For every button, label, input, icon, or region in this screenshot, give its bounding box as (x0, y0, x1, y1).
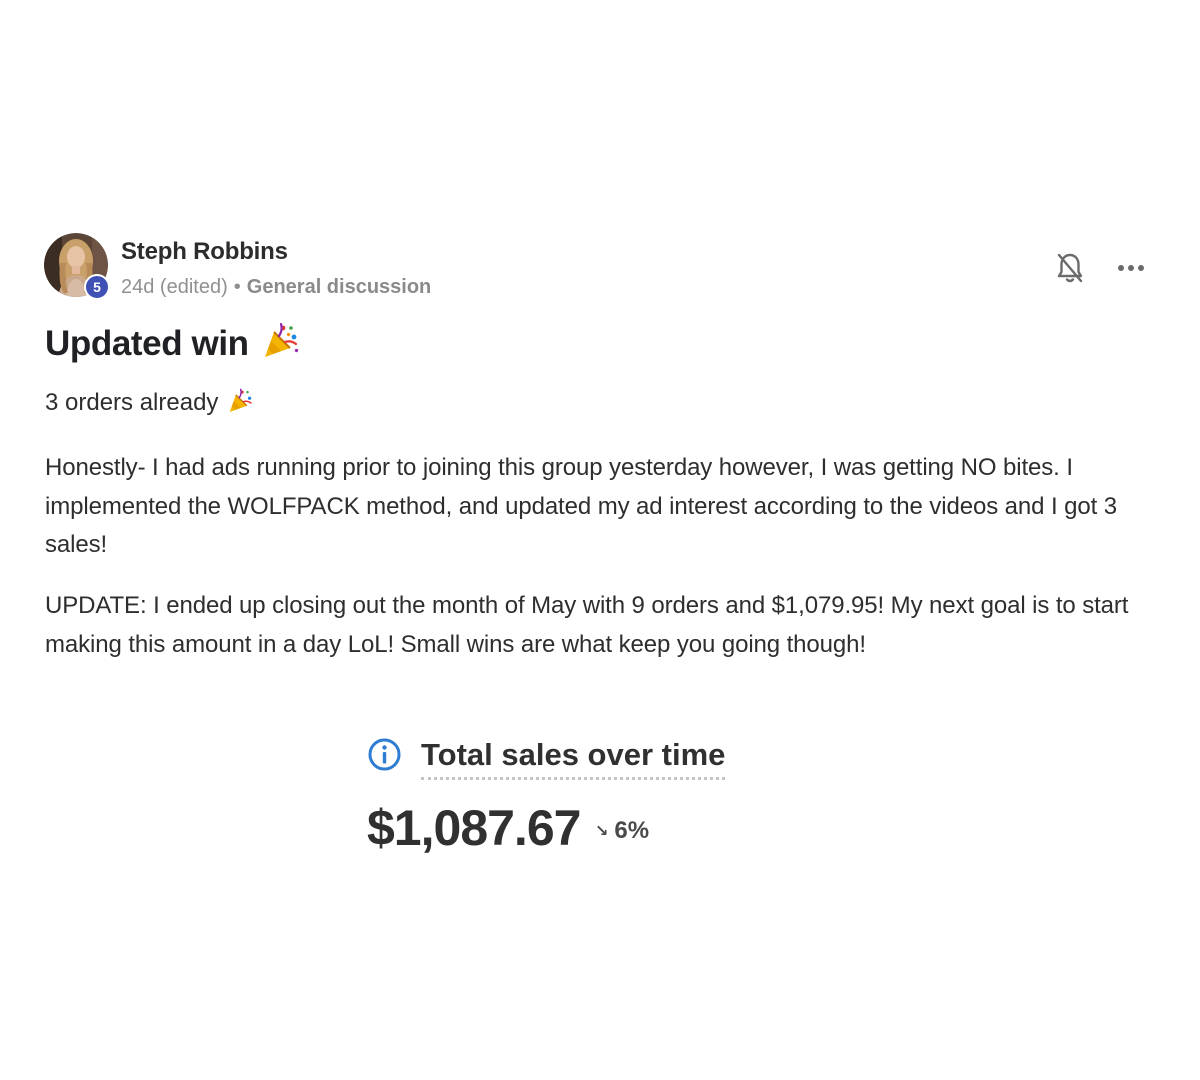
post-title: Updated win (45, 322, 299, 369)
party-popper-emoji (261, 322, 299, 369)
meta-separator: • (233, 276, 241, 298)
post-header: 5 Steph Robbins 24d (edited) • General dis… (44, 233, 1156, 300)
more-horizontal-icon (1118, 265, 1144, 271)
author-name[interactable]: Steph Robbins (121, 238, 288, 266)
sales-widget-title[interactable]: Total sales over time (421, 737, 726, 780)
post-category[interactable]: General discussion (247, 276, 432, 298)
sales-trend: ↘ 6% (595, 817, 649, 845)
more-options-button[interactable] (1116, 255, 1146, 281)
bell-off-icon (1057, 253, 1083, 283)
level-badge: 5 (84, 274, 110, 300)
sales-widget: Total sales over time $1,087.67 ↘ 6% (367, 737, 787, 867)
author-avatar[interactable]: 5 (44, 233, 110, 300)
post-age: 24d (edited) (121, 276, 228, 298)
info-icon[interactable] (367, 737, 402, 772)
notifications-toggle-button[interactable] (1054, 251, 1086, 285)
party-popper-emoji (227, 388, 253, 421)
post-meta: 24d (edited) • General discussion (121, 276, 431, 299)
arrow-down-right-icon: ↘ (595, 823, 609, 840)
post-paragraph: Honestly- I had ads running prior to joi… (45, 454, 1118, 558)
post-paragraph: UPDATE: I ended up closing out the month… (45, 592, 1129, 658)
post-first-line: 3 orders already (45, 388, 253, 421)
post-title-text: Updated win (45, 323, 249, 363)
sales-total-amount: $1,087.67 (367, 800, 581, 856)
sales-change-percent: 6% (614, 817, 650, 844)
first-line-text: 3 orders already (45, 389, 219, 416)
